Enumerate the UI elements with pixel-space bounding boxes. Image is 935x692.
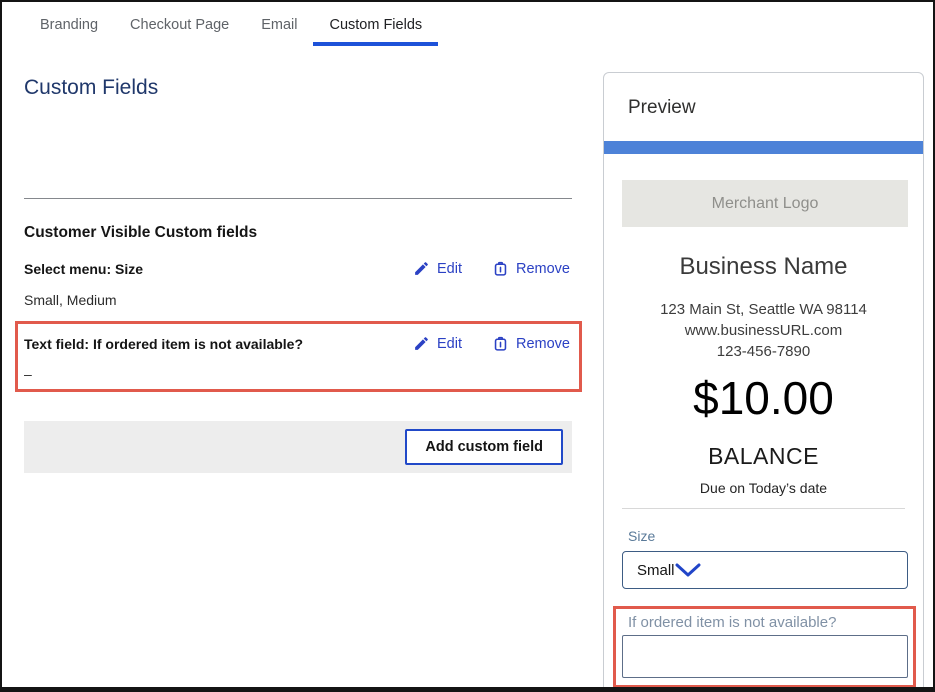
tab-custom-fields[interactable]: Custom Fields <box>313 2 438 47</box>
section-divider <box>24 198 572 199</box>
custom-field-row: Text field: If ordered item is not avail… <box>24 335 570 352</box>
business-phone: 123-456-7890 <box>604 341 923 362</box>
amount-due: $10.00 <box>604 371 923 425</box>
remove-label: Remove <box>516 261 570 277</box>
section-heading: Customer Visible Custom fields <box>24 224 257 242</box>
custom-text-input[interactable] <box>622 635 908 678</box>
pencil-icon <box>413 260 430 277</box>
tab-label: Checkout Page <box>130 17 229 33</box>
trash-icon <box>492 335 509 352</box>
business-name: Business Name <box>604 253 923 281</box>
field-value: – <box>24 366 32 382</box>
preview-title: Preview <box>628 97 696 119</box>
settings-window: Branding Checkout Page Email Custom Fiel… <box>0 0 935 692</box>
tab-label: Branding <box>40 17 98 33</box>
tab-branding[interactable]: Branding <box>24 2 114 47</box>
edit-label: Edit <box>437 261 462 277</box>
add-field-strip: Add custom field <box>24 421 572 473</box>
row-actions: Edit Remove <box>413 335 570 352</box>
balance-label: BALANCE <box>604 443 923 470</box>
edit-button[interactable]: Edit <box>413 335 462 352</box>
field-options: Small, Medium <box>24 292 117 308</box>
field-title: Text field: If ordered item is not avail… <box>24 336 303 352</box>
chevron-down-icon <box>675 563 701 577</box>
remove-button[interactable]: Remove <box>492 335 570 352</box>
size-select[interactable]: Small <box>622 551 908 589</box>
add-custom-field-button[interactable]: Add custom field <box>405 429 563 465</box>
tab-label: Email <box>261 17 297 33</box>
size-select-value: Small <box>637 562 675 579</box>
merchant-logo-label: Merchant Logo <box>712 195 819 213</box>
highlight-box <box>15 321 582 392</box>
business-address: 123 Main St, Seattle WA 98114 <box>604 299 923 320</box>
business-website: www.businessURL.com <box>604 320 923 341</box>
page-title: Custom Fields <box>24 76 158 100</box>
pencil-icon <box>413 335 430 352</box>
edit-label: Edit <box>437 336 462 352</box>
text-field-label: If ordered item is not available? <box>628 614 836 631</box>
tab-bar: Branding Checkout Page Email Custom Fiel… <box>24 2 438 47</box>
remove-button[interactable]: Remove <box>492 260 570 277</box>
row-actions: Edit Remove <box>413 260 570 277</box>
preview-panel: Preview Merchant Logo Business Name 123 … <box>603 72 924 692</box>
merchant-logo-placeholder: Merchant Logo <box>622 180 908 227</box>
remove-label: Remove <box>516 336 570 352</box>
custom-field-row: Select menu: Size Edit Remove <box>24 260 570 277</box>
tab-label: Custom Fields <box>329 17 422 33</box>
preview-divider <box>622 508 905 509</box>
size-field-label: Size <box>628 528 655 544</box>
brand-color-bar <box>604 141 923 154</box>
tab-email[interactable]: Email <box>245 2 313 47</box>
edit-button[interactable]: Edit <box>413 260 462 277</box>
trash-icon <box>492 260 509 277</box>
business-details: 123 Main St, Seattle WA 98114 www.busine… <box>604 299 923 362</box>
field-title: Select menu: Size <box>24 261 143 277</box>
due-date-text: Due on Today’s date <box>604 480 923 496</box>
tab-checkout-page[interactable]: Checkout Page <box>114 2 245 47</box>
